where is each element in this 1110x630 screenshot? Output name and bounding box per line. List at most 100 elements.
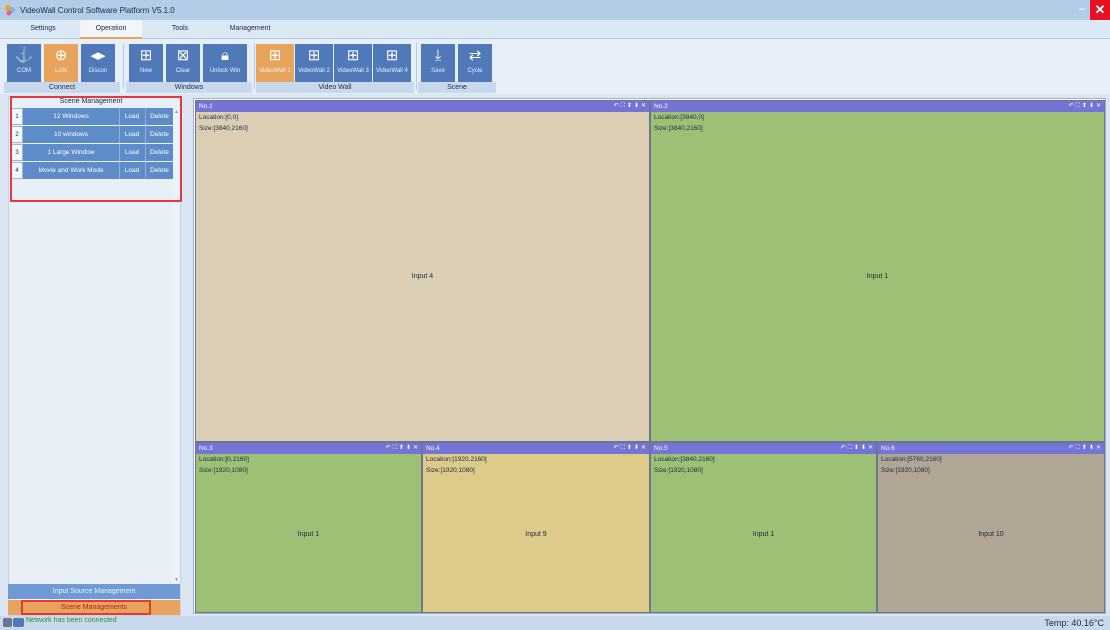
x-box-icon: ⊠ (176, 47, 190, 64)
videowall-1-button[interactable]: ⊞ VideoWall 1 (256, 44, 294, 82)
unlock-win-button[interactable]: 🔒︎ Unlock Win (203, 44, 247, 82)
window-size: Size:[1920,1080] (654, 467, 703, 474)
video-window[interactable]: No.6 ↶ ⛶ ⬆ ⬇ ✕ Location:[5760,2160] Size:[19… (877, 442, 1105, 613)
scene-load-button[interactable]: Load (119, 108, 144, 125)
videowall-4-button[interactable]: ⊞ VideoWall 4 (373, 44, 411, 82)
window-header[interactable]: No.2 ↶ ⛶ ⬆ ⬇ ✕ (651, 101, 1104, 112)
send-back-icon[interactable]: ⬇ (406, 445, 411, 451)
tab-tools[interactable]: Tools (160, 20, 200, 39)
close-window-icon[interactable]: ✕ (1096, 445, 1101, 451)
scene-load-button[interactable]: Load (119, 162, 144, 179)
window-size: Size:[1920,1080] (426, 467, 475, 474)
bring-front-icon[interactable]: ⬆ (1082, 103, 1087, 109)
lan-button[interactable]: ⊕ LAN (44, 44, 78, 82)
scene-delete-button[interactable]: Delete (145, 126, 173, 143)
scene-row: 2 10 windows Load Delete (11, 126, 173, 143)
window-header[interactable]: No.6 ↶ ⛶ ⬆ ⬇ ✕ (878, 443, 1104, 454)
videowall-3-button[interactable]: ⊞ VideoWall 3 (334, 44, 372, 82)
tab-management[interactable]: Management (218, 20, 282, 39)
window-header[interactable]: No.4 ↶ ⛶ ⬆ ⬇ ✕ (423, 443, 649, 454)
send-back-icon[interactable]: ⬇ (1089, 103, 1094, 109)
save-icon: ⤓ (434, 47, 442, 64)
window-controls: ↶ ⛶ ⬆ ⬇ ✕ (839, 443, 873, 454)
restore-icon[interactable]: ↶ (386, 445, 391, 451)
ribbon: ⚓ COM ⊕ LAN ◂▸ Discon Connect ⊞ New ⊠ Cl… (0, 39, 1110, 94)
window-input-label: Input 1 (752, 531, 775, 538)
video-window[interactable]: No.4 ↶ ⛶ ⬆ ⬇ ✕ Location:[1920,2160] Size:[19… (422, 442, 650, 613)
close-window-icon[interactable]: ✕ (413, 445, 418, 451)
window-header[interactable]: No.5 ↶ ⛶ ⬆ ⬇ ✕ (651, 443, 876, 454)
window-controls: ↶ ⛶ ⬆ ⬇ ✕ (1067, 443, 1101, 454)
send-back-icon[interactable]: ⬇ (634, 103, 639, 109)
tab-settings[interactable]: Settings (18, 20, 68, 39)
close-window-icon[interactable]: ✕ (868, 445, 873, 451)
window-location: Location:[0,0] (199, 114, 239, 121)
bring-front-icon[interactable]: ⬆ (1082, 445, 1087, 451)
lock-icon: 🔒︎ (221, 47, 229, 64)
video-window[interactable]: No.1 ↶ ⛶ ⬆ ⬇ ✕ Location:[0,0] Size:[3840,216… (195, 100, 650, 442)
window-title: VideoWall Control Software Platform V5.1… (20, 5, 175, 15)
com-button[interactable]: ⚓ COM (7, 44, 41, 82)
cycle-scene-button[interactable]: ⇄ Cycle (458, 44, 492, 82)
fullscreen-icon[interactable]: ⛶ (621, 445, 625, 451)
restore-icon[interactable]: ↶ (614, 103, 619, 109)
send-back-icon[interactable]: ⬇ (1089, 445, 1094, 451)
windows-group-label: Windows (126, 82, 252, 93)
tab-operation[interactable]: Operation (80, 20, 142, 39)
restore-icon[interactable]: ↶ (614, 445, 619, 451)
scene-name[interactable]: 12 Windows (25, 108, 117, 125)
scroll-up-icon[interactable]: ▲ (173, 109, 180, 116)
fullscreen-icon[interactable]: ⛶ (848, 445, 852, 451)
videowall-2-button[interactable]: ⊞ VideoWall 2 (295, 44, 333, 82)
close-button[interactable]: ✕ (1090, 0, 1110, 20)
scene-load-button[interactable]: Load (119, 144, 144, 161)
fullscreen-icon[interactable]: ⛶ (1076, 103, 1080, 109)
fullscreen-icon[interactable]: ⛶ (393, 445, 397, 451)
video-window[interactable]: No.3 ↶ ⛶ ⬆ ⬇ ✕ Location:[0,2160] Size:[1920,… (195, 442, 422, 613)
ribbon-separator (254, 43, 255, 89)
bring-front-icon[interactable]: ⬆ (627, 445, 632, 451)
scene-managements-button[interactable]: Scene Managements (8, 600, 180, 615)
scene-load-button[interactable]: Load (119, 126, 144, 143)
scene-delete-button[interactable]: Delete (145, 108, 173, 125)
close-window-icon[interactable]: ✕ (1096, 103, 1101, 109)
scene-delete-button[interactable]: Delete (145, 162, 173, 179)
save-scene-button[interactable]: ⤓ Save (421, 44, 455, 82)
video-window[interactable]: No.2 ↶ ⛶ ⬆ ⬇ ✕ Location:[3840,0] Size:[3840,… (650, 100, 1105, 442)
window-location: Location:[0,2160] (199, 456, 249, 463)
fullscreen-icon[interactable]: ⛶ (1076, 445, 1080, 451)
new-window-button[interactable]: ⊞ New (129, 44, 163, 82)
scene-delete-button[interactable]: Delete (145, 144, 173, 161)
input-source-management-button[interactable]: Input Source Management (8, 584, 180, 599)
minimize-button[interactable]: − (1074, 2, 1090, 18)
scene-number: 3 (11, 144, 23, 161)
scene-name[interactable]: 10 windows (25, 126, 117, 143)
bring-front-icon[interactable]: ⬆ (627, 103, 632, 109)
restore-icon[interactable]: ↶ (1069, 445, 1074, 451)
send-back-icon[interactable]: ⬇ (634, 445, 639, 451)
network-status: Network has been connected (26, 617, 117, 624)
scene-name[interactable]: 1 Large Window (25, 144, 117, 161)
bring-front-icon[interactable]: ⬆ (854, 445, 859, 451)
bring-front-icon[interactable]: ⬆ (399, 445, 404, 451)
window-number: No.1 (199, 103, 213, 110)
restore-icon[interactable]: ↶ (1069, 103, 1074, 109)
grid-icon: ⊞ (346, 47, 360, 64)
discon-button[interactable]: ◂▸ Discon (81, 44, 115, 82)
window-number: No.3 (199, 445, 213, 452)
restore-icon[interactable]: ↶ (841, 445, 846, 451)
window-header[interactable]: No.3 ↶ ⛶ ⬆ ⬇ ✕ (196, 443, 421, 454)
close-window-icon[interactable]: ✕ (641, 445, 646, 451)
scene-name[interactable]: Movie and Work Mode (25, 162, 117, 179)
fullscreen-icon[interactable]: ⛶ (621, 103, 625, 109)
video-window[interactable]: No.5 ↶ ⛶ ⬆ ⬇ ✕ Location:[3840,2160] Size:[19… (650, 442, 877, 613)
scene-row: 4 Movie and Work Mode Load Delete (11, 162, 173, 179)
scene-list-scrollbar[interactable]: ▲ ▼ (173, 109, 180, 584)
video-wall-canvas[interactable]: No.1 ↶ ⛶ ⬆ ⬇ ✕ Location:[0,0] Size:[3840,216… (193, 98, 1106, 614)
close-window-icon[interactable]: ✕ (641, 103, 646, 109)
window-header[interactable]: No.1 ↶ ⛶ ⬆ ⬇ ✕ (196, 101, 649, 112)
clear-windows-button[interactable]: ⊠ Clear (166, 44, 200, 82)
scroll-down-icon[interactable]: ▼ (173, 577, 180, 584)
window-number: No.4 (426, 445, 440, 452)
send-back-icon[interactable]: ⬇ (861, 445, 866, 451)
